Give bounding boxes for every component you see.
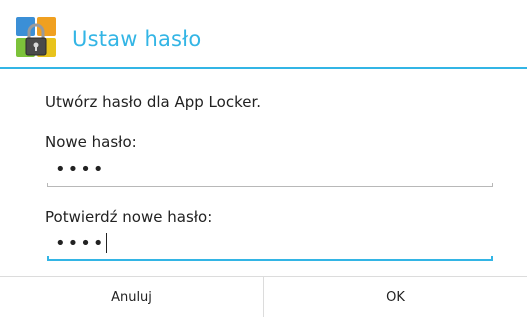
ok-button[interactable]: OK <box>264 277 527 317</box>
confirm-password-underline <box>47 259 493 261</box>
confirm-password-value: •••• <box>55 233 106 254</box>
new-password-underline <box>47 186 493 187</box>
dialog-button-bar: Anuluj OK <box>0 276 527 317</box>
text-caret <box>106 233 108 253</box>
title-divider <box>0 67 527 69</box>
set-password-dialog: Ustaw hasło Utwórz hasło dla App Locker.… <box>0 0 527 317</box>
dialog-message: Utwórz hasło dla App Locker. <box>45 93 262 111</box>
cancel-button[interactable]: Anuluj <box>0 277 264 317</box>
dialog-title-bar: Ustaw hasło <box>0 0 527 68</box>
new-password-label: Nowe hasło: <box>45 133 137 151</box>
new-password-value: •••• <box>55 159 106 180</box>
new-password-underline-left-tick <box>47 183 48 187</box>
app-locker-padlock-icon <box>16 17 56 57</box>
confirm-password-underline-left-tick <box>47 256 49 261</box>
confirm-password-field[interactable]: •••• <box>47 231 493 261</box>
confirm-password-label: Potwierdź nowe hasło: <box>45 208 213 226</box>
new-password-underline-right-tick <box>492 183 493 187</box>
dialog-title: Ustaw hasło <box>72 27 202 51</box>
confirm-password-content: •••• <box>55 233 108 255</box>
new-password-field[interactable]: •••• <box>47 157 493 187</box>
confirm-password-underline-right-tick <box>491 256 493 261</box>
